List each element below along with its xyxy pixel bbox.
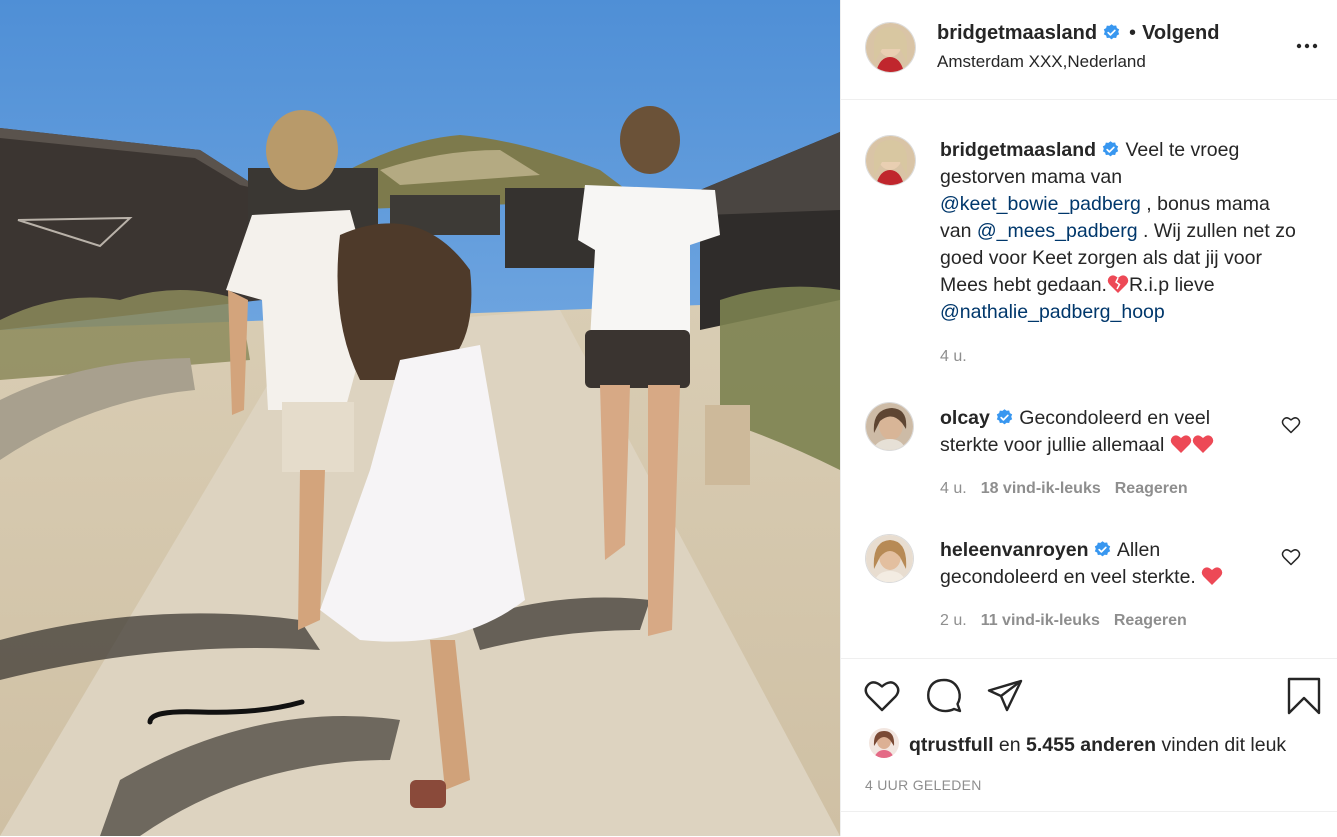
photo-children-walking-dunes <box>0 0 840 836</box>
save-bookmark-icon[interactable] <box>1285 677 1323 715</box>
first-liker-username[interactable]: qtrustfull <box>909 734 993 756</box>
add-comment-area[interactable] <box>841 811 1337 837</box>
likes-suffix: vinden dit leuk <box>1156 734 1287 756</box>
red-heart-emoji-icon <box>1192 434 1214 454</box>
comment-like-heart-icon[interactable] <box>1281 415 1301 435</box>
caption-username[interactable]: bridgetmaasland <box>940 139 1096 161</box>
post-timestamp[interactable]: 4 UUR GELEDEN <box>865 777 982 793</box>
comment-like-heart-icon[interactable] <box>1281 547 1301 567</box>
comment-item: heleenvanroyen Allen gecondoleerd en vee… <box>940 537 1270 591</box>
post-caption: bridgetmaasland Veel te vroeg gestorven … <box>940 137 1300 326</box>
header-separator: • <box>1129 22 1137 44</box>
likes-summary: qtrustfull en 5.455 anderen vinden dit l… <box>909 734 1286 757</box>
comment-meta: 4 u. 18 vind-ik-leuks Reageren <box>940 480 1188 498</box>
instagram-post: bridgetmaasland • Volgend Amsterdam XXX,Ne… <box>0 0 1337 836</box>
red-heart-emoji-icon <box>1170 434 1192 454</box>
red-heart-emoji-icon <box>1201 566 1223 586</box>
mention-link[interactable]: @keet_bowie_padberg <box>940 193 1141 215</box>
caption-text-4: R.i.p lieve <box>1128 274 1215 296</box>
caption-time[interactable]: 4 u. <box>940 348 967 366</box>
comment-time[interactable]: 2 u. <box>940 612 967 629</box>
more-horizontal-icon[interactable] <box>1295 36 1319 56</box>
comment-time[interactable]: 4 u. <box>940 480 967 497</box>
mention-link[interactable]: @nathalie_padberg_hoop <box>940 301 1165 323</box>
broken-heart-emoji-icon <box>1107 274 1129 294</box>
comment-likes-count[interactable]: 18 vind-ik-leuks <box>981 480 1101 497</box>
following-button[interactable]: Volgend <box>1142 22 1219 44</box>
like-heart-icon[interactable] <box>863 677 901 715</box>
commenter-avatar[interactable] <box>866 535 913 582</box>
liker-avatar[interactable] <box>869 728 899 758</box>
comment-bubble-icon[interactable] <box>925 677 963 715</box>
caption-avatar[interactable] <box>866 136 915 185</box>
verified-badge-icon <box>1101 140 1120 159</box>
comment-username[interactable]: heleenvanroyen <box>940 539 1088 561</box>
comment-likes-count[interactable]: 11 vind-ik-leuks <box>981 612 1100 629</box>
verified-badge-icon <box>1102 23 1121 42</box>
post-photo[interactable] <box>0 0 840 836</box>
comment-item: olcay Gecondoleerd en veel sterkte voor … <box>940 405 1270 459</box>
comment-username[interactable]: olcay <box>940 407 990 429</box>
author-avatar[interactable] <box>866 23 915 72</box>
post-header: bridgetmaasland • Volgend Amsterdam XXX,Ne… <box>841 0 1337 100</box>
comment-meta: 2 u. 11 vind-ik-leuks Reageren <box>940 612 1187 630</box>
verified-badge-icon <box>995 408 1014 427</box>
likes-connector: en <box>993 734 1027 756</box>
verified-badge-icon <box>1093 540 1112 559</box>
header-title-line: bridgetmaasland • Volgend <box>937 22 1219 45</box>
post-actions: qtrustfull en 5.455 anderen vinden dit l… <box>841 658 1337 836</box>
post-side-panel: bridgetmaasland • Volgend Amsterdam XXX,Ne… <box>840 0 1337 836</box>
mention-link[interactable]: @_mees_padberg <box>977 220 1138 242</box>
commenter-avatar[interactable] <box>866 403 913 450</box>
share-paper-plane-icon[interactable] <box>986 677 1024 715</box>
comment-reply-button[interactable]: Reageren <box>1114 612 1187 629</box>
others-likes-count[interactable]: 5.455 anderen <box>1026 734 1156 756</box>
comment-reply-button[interactable]: Reageren <box>1115 480 1188 497</box>
post-location[interactable]: Amsterdam XXX,Nederland <box>937 52 1146 72</box>
author-username[interactable]: bridgetmaasland <box>937 22 1097 44</box>
